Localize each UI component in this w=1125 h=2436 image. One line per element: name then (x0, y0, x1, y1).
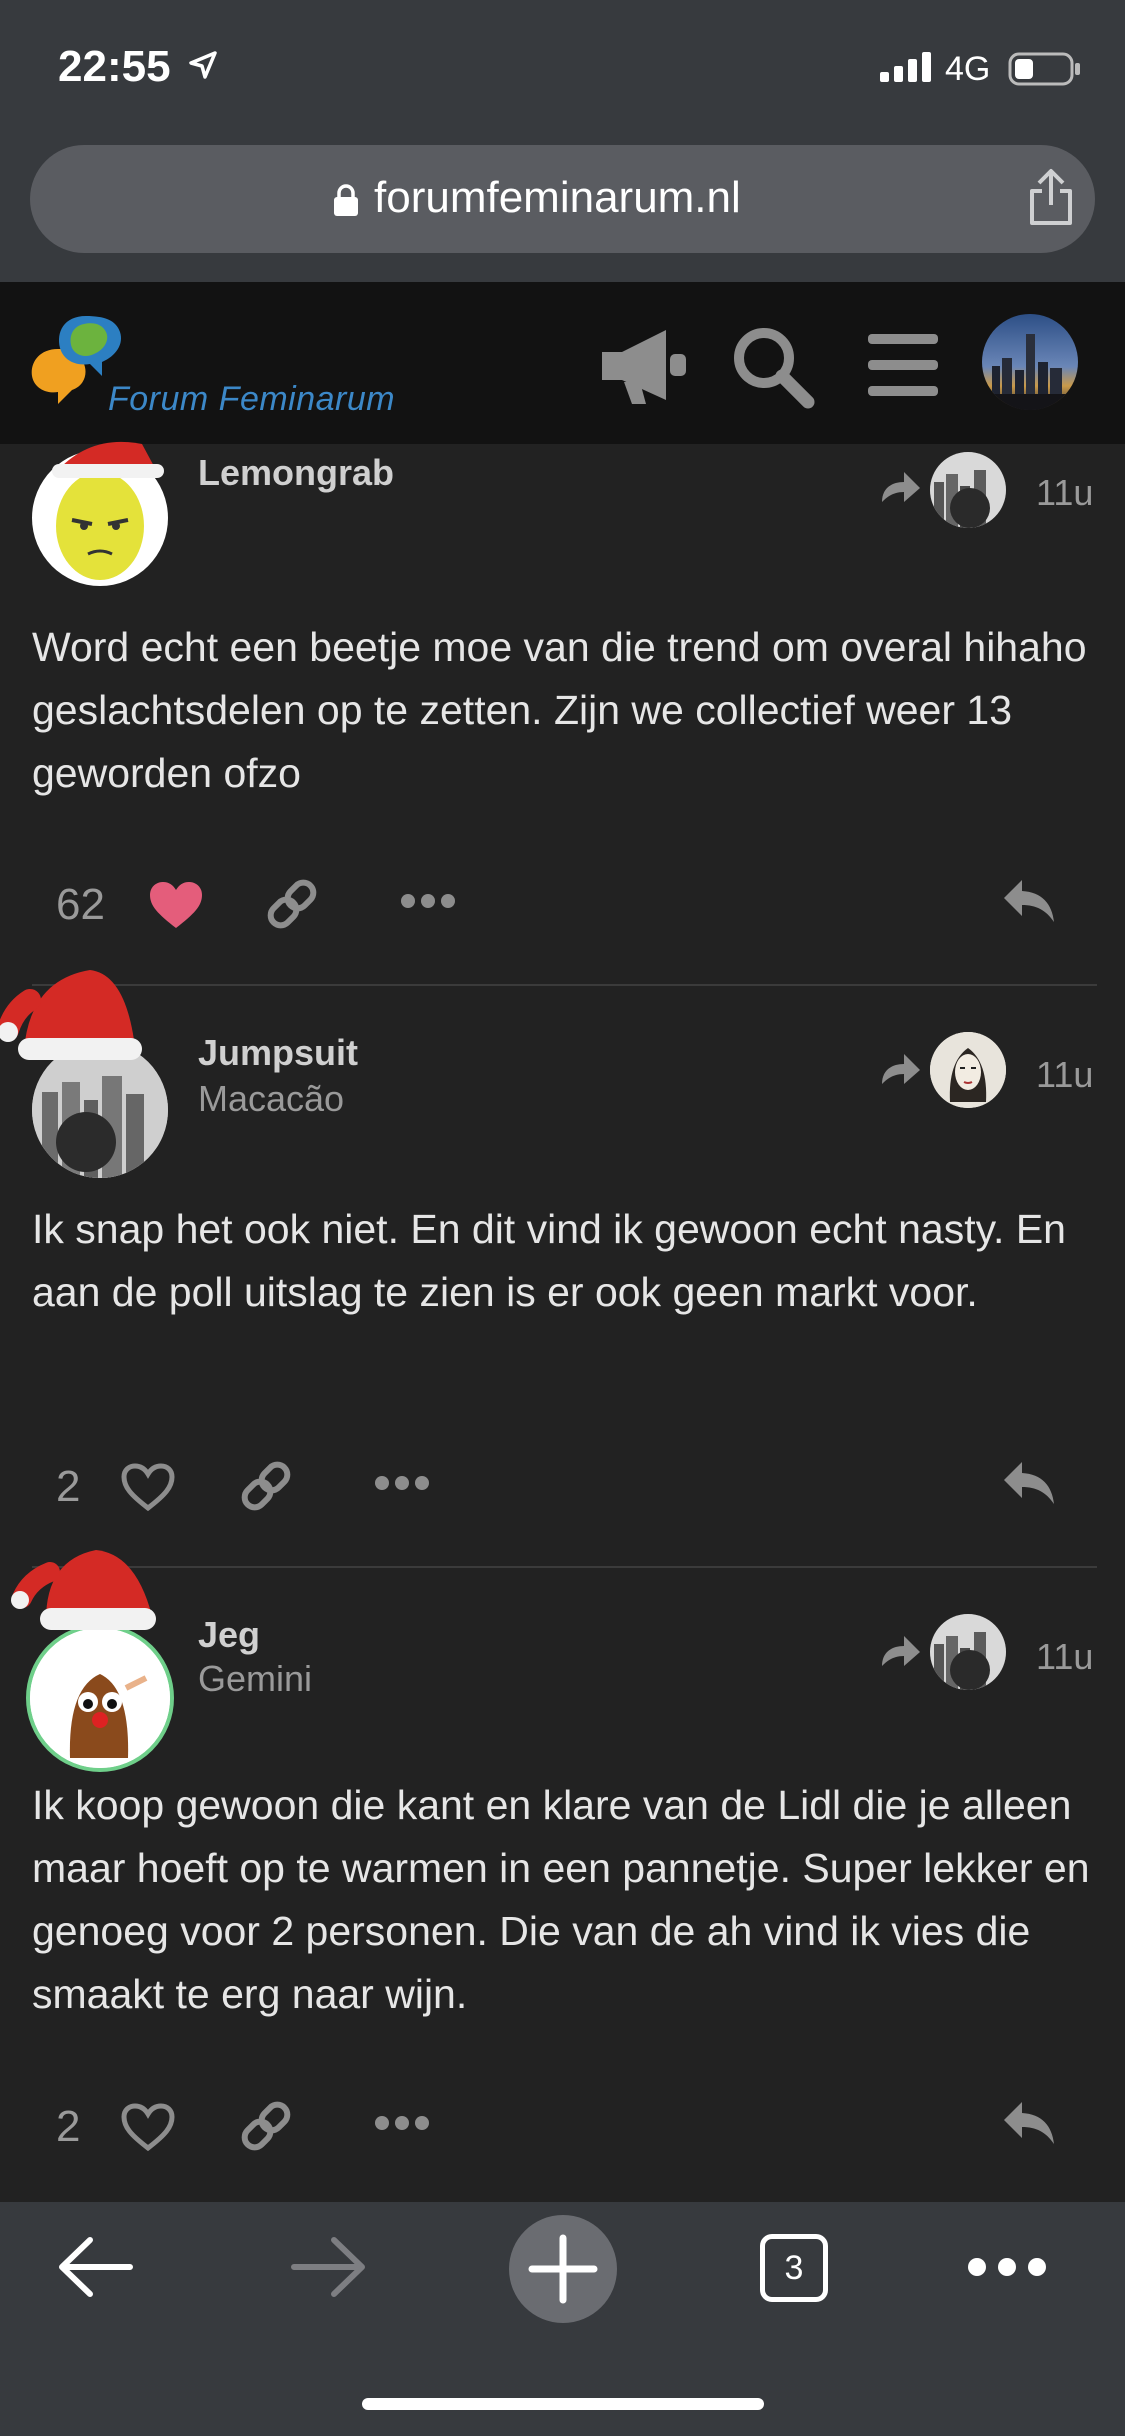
tabs-icon[interactable]: 3 (760, 2234, 828, 2302)
more-icon[interactable] (374, 2114, 430, 2132)
address-bar[interactable]: forumfeminarum.nl (30, 145, 1095, 253)
like-count[interactable]: 62 (56, 880, 105, 930)
status-time: 22:55 (58, 42, 171, 91)
santa-hat-decoration (11, 1550, 156, 1630)
post-age[interactable]: 11u (1036, 472, 1093, 514)
post-body: Ik koop gewoon die kant en klare van de … (32, 1782, 1090, 2017)
browser-toolbar: forumfeminarum.nl (0, 140, 1125, 282)
post-user-title: Macacão (198, 1078, 345, 1119)
forum-name: Forum Feminarum (108, 380, 396, 418)
heart-outline-icon[interactable] (120, 2102, 176, 2152)
more-icon[interactable] (374, 1474, 430, 1492)
reply-icon[interactable] (1002, 2100, 1058, 2148)
status-bar: 22:55 4G (0, 0, 1125, 140)
new-tab-plus-icon[interactable] (508, 2214, 618, 2324)
reply-to-avatar[interactable] (930, 1032, 1006, 1108)
search-icon[interactable] (730, 324, 816, 410)
reply-to-icon (882, 472, 920, 502)
forward-arrow-icon[interactable] (290, 2236, 366, 2298)
reply-to-icon (882, 1636, 920, 1666)
lock-icon (334, 184, 358, 216)
more-icon[interactable] (400, 892, 456, 910)
heart-outline-icon[interactable] (120, 1462, 176, 1512)
post-divider (32, 1566, 1097, 1568)
reply-to-avatar[interactable] (930, 1614, 1006, 1690)
back-arrow-icon[interactable] (58, 2236, 134, 2298)
battery-icon (1008, 52, 1080, 86)
network-type: 4G (945, 50, 991, 88)
like-count[interactable]: 2 (56, 1462, 80, 1512)
tab-count: 3 (784, 2249, 804, 2287)
heart-icon[interactable] (148, 880, 204, 930)
share-icon[interactable] (1026, 167, 1076, 227)
menu-icon[interactable] (866, 332, 940, 398)
post-username[interactable]: Jumpsuit (198, 1032, 358, 1074)
link-icon[interactable] (238, 2098, 294, 2154)
post-divider (32, 984, 1097, 986)
link-icon[interactable] (264, 876, 320, 932)
post-username[interactable]: Jeg (198, 1614, 260, 1656)
reply-icon[interactable] (1002, 878, 1058, 926)
more-dots-icon[interactable] (966, 2256, 1048, 2278)
forum-header: Forum Feminarum (0, 282, 1125, 444)
like-count[interactable]: 2 (56, 2102, 80, 2152)
location-arrow-icon (189, 51, 217, 79)
reply-to-icon (882, 1054, 920, 1084)
megaphone-icon[interactable] (596, 324, 690, 406)
santa-hat-decoration (0, 970, 142, 1060)
avatar[interactable] (26, 1624, 174, 1772)
post-username[interactable]: Lemongrab (198, 452, 394, 494)
reply-icon[interactable] (1002, 1460, 1058, 1508)
santa-hat-decoration (52, 441, 164, 478)
link-icon[interactable] (238, 1458, 294, 1514)
post-body: Word echt een beetje moe van die trend o… (32, 624, 1087, 796)
user-avatar[interactable] (982, 314, 1078, 410)
reply-to-avatar[interactable] (930, 452, 1006, 528)
home-indicator[interactable] (362, 2398, 764, 2410)
post-age[interactable]: 11u (1036, 1636, 1093, 1678)
signal-icon (880, 52, 931, 82)
url-text: forumfeminarum.nl (374, 173, 741, 222)
post-user-title: Gemini (198, 1658, 313, 1699)
post-body: Ik snap het ook niet. En dit vind ik gew… (32, 1206, 1066, 1315)
post-age[interactable]: 11u (1036, 1054, 1093, 1096)
